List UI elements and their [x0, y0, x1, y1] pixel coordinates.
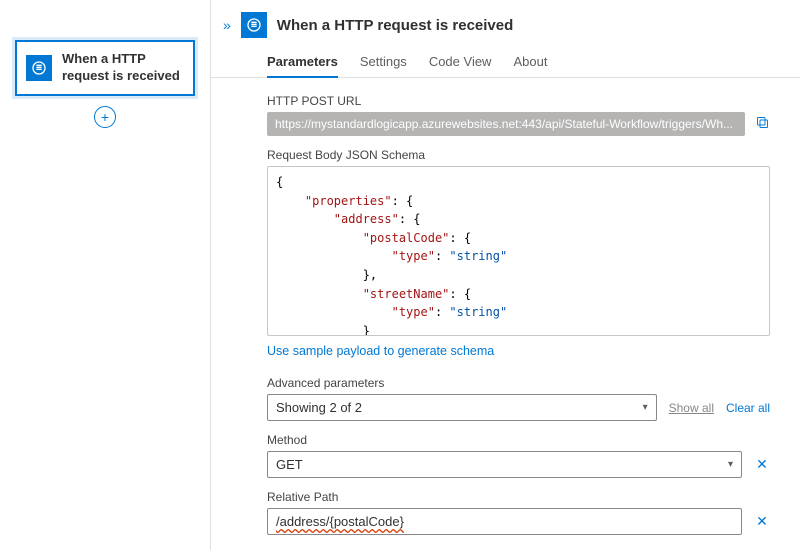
- method-label: Method: [267, 433, 770, 447]
- collapse-panel-icon[interactable]: »: [223, 17, 231, 33]
- tab-code-view[interactable]: Code View: [429, 48, 492, 77]
- http-post-url-label: HTTP POST URL: [267, 94, 770, 108]
- copy-icon[interactable]: [755, 115, 770, 133]
- add-step-button[interactable]: +: [94, 106, 116, 128]
- panel-title: When a HTTP request is received: [277, 17, 513, 34]
- chevron-down-icon: ▾: [728, 459, 733, 470]
- advanced-params-select[interactable]: Showing 2 of 2 ▾: [267, 394, 657, 421]
- remove-method-button[interactable]: ✕: [754, 456, 770, 473]
- show-all-link[interactable]: Show all: [669, 401, 714, 415]
- tab-parameters[interactable]: Parameters: [267, 48, 338, 77]
- trigger-card-title: When a HTTP request is received: [62, 51, 184, 85]
- clear-all-link[interactable]: Clear all: [726, 401, 770, 415]
- http-trigger-icon: [26, 55, 52, 81]
- http-trigger-icon: [241, 12, 267, 38]
- advanced-params-label: Advanced parameters: [267, 376, 770, 390]
- relative-path-label: Relative Path: [267, 490, 770, 504]
- schema-editor[interactable]: { "properties": { "address": { "postalCo…: [267, 166, 770, 336]
- tab-settings[interactable]: Settings: [360, 48, 407, 77]
- http-post-url-value[interactable]: https://mystandardlogicapp.azurewebsites…: [267, 112, 745, 136]
- schema-label: Request Body JSON Schema: [267, 148, 770, 162]
- tab-about[interactable]: About: [513, 48, 547, 77]
- relative-path-input[interactable]: /address/{postalCode}: [267, 508, 742, 535]
- method-value: GET: [276, 457, 303, 472]
- relative-path-value: /address/{postalCode}: [276, 514, 404, 529]
- trigger-card[interactable]: When a HTTP request is received: [15, 40, 195, 96]
- chevron-down-icon: ▾: [643, 402, 648, 413]
- use-sample-payload-link[interactable]: Use sample payload to generate schema: [267, 344, 494, 358]
- tab-bar: Parameters Settings Code View About: [211, 44, 800, 78]
- method-select[interactable]: GET ▾: [267, 451, 742, 478]
- remove-relative-path-button[interactable]: ✕: [754, 513, 770, 530]
- advanced-params-value: Showing 2 of 2: [276, 400, 362, 415]
